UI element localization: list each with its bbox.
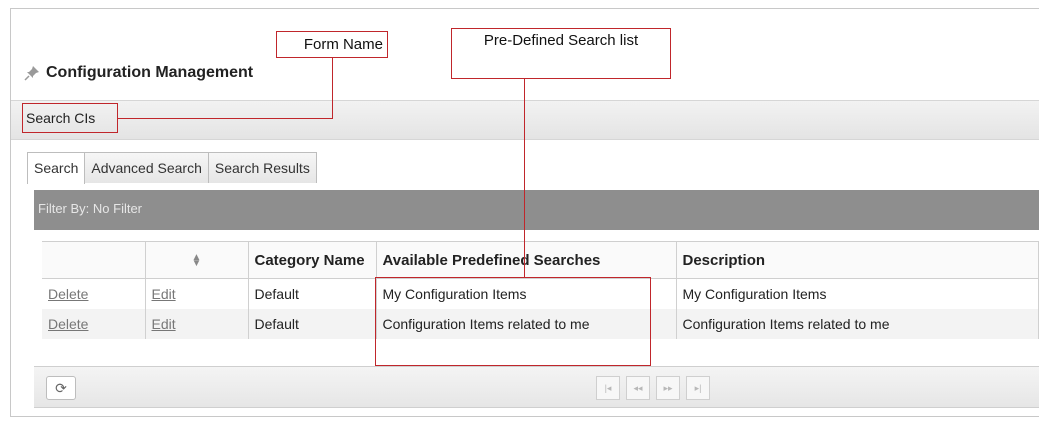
callout-connector [118, 118, 333, 119]
page-title-block: Configuration Management [24, 64, 253, 82]
table-header-row: ▲ ▼ Category Name Available Predefined Se… [42, 242, 1039, 279]
predefined-search-highlight [375, 277, 651, 366]
callout-connector [332, 58, 333, 118]
callout-connector [524, 79, 525, 278]
column-header-sort[interactable]: ▲ ▼ [145, 242, 249, 279]
breadcrumb-bar [11, 100, 1039, 140]
breadcrumb: Search CIs [22, 103, 118, 133]
column-header-delete [42, 242, 146, 279]
page-title: Configuration Management [46, 64, 254, 81]
sort-icon[interactable]: ▲ ▼ [192, 252, 202, 268]
category-cell: Default [248, 309, 377, 339]
tab-strip: Search Advanced Search Search Results [27, 152, 317, 184]
pager: |◂ ◂◂ ▸▸ ▸| [596, 376, 710, 400]
grid-footer: ⟳ |◂ ◂◂ ▸▸ ▸| [34, 366, 1039, 408]
refresh-icon[interactable]: ⟳ [46, 376, 76, 400]
column-header-predefined-searches[interactable]: Available Predefined Searches [376, 242, 677, 279]
delete-link[interactable]: Delete [48, 316, 88, 332]
description-cell: My Configuration Items [676, 278, 1039, 309]
edit-link[interactable]: Edit [152, 316, 176, 332]
category-cell: Default [248, 278, 377, 309]
tab-search-results[interactable]: Search Results [207, 152, 317, 183]
last-page-icon[interactable]: ▸| [686, 376, 710, 400]
delete-link[interactable]: Delete [48, 286, 88, 302]
first-page-icon[interactable]: |◂ [596, 376, 620, 400]
tab-advanced-search[interactable]: Advanced Search [84, 152, 209, 183]
form-name-callout: Form Name [276, 31, 388, 58]
next-page-icon[interactable]: ▸▸ [656, 376, 680, 400]
filter-bar: Filter By: No Filter [34, 190, 1039, 230]
edit-link[interactable]: Edit [152, 286, 176, 302]
column-header-category[interactable]: Category Name [248, 242, 377, 279]
pin-icon [24, 65, 40, 81]
prev-page-icon[interactable]: ◂◂ [626, 376, 650, 400]
predefined-search-callout: Pre-Defined Search list [451, 28, 671, 79]
column-header-description[interactable]: Description [676, 242, 1039, 279]
tab-search[interactable]: Search [27, 152, 86, 184]
description-cell: Configuration Items related to me [676, 309, 1039, 339]
